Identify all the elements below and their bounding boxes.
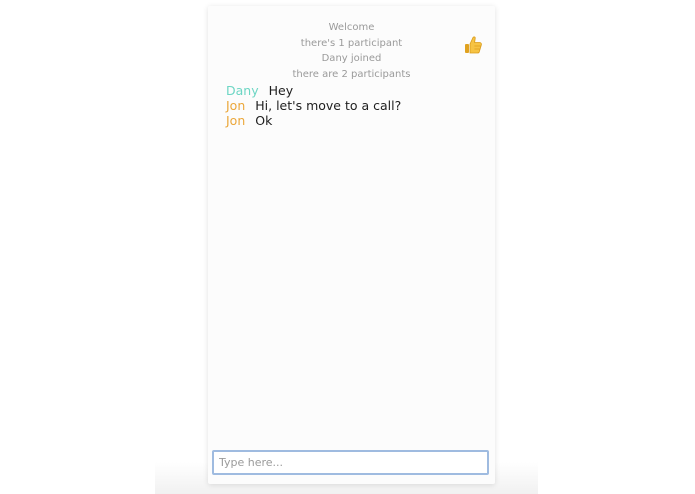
message-author: Jon [226,98,246,113]
message-input[interactable] [212,450,489,475]
message-author: Dany [226,83,259,98]
message-author: Jon [226,113,246,128]
message-text: Hey [268,83,294,98]
message-text: Ok [255,113,273,128]
system-messages: Welcome there's 1 participant Dany joine… [208,20,495,82]
message-row: Jon Ok [226,113,401,128]
thumbs-up-icon[interactable] [462,34,484,56]
message-row: Dany Hey [226,83,401,98]
system-message: there's 1 participant [300,37,403,49]
chat-panel: Welcome there's 1 participant Dany joine… [208,6,495,484]
system-message: Dany joined [321,53,382,64]
message-list: Dany Hey Jon Hi, let's move to a call? J… [226,83,401,128]
system-message: there are 2 participants [292,68,411,80]
system-message: Welcome [328,22,375,33]
message-text: Hi, let's move to a call? [255,98,402,113]
message-row: Jon Hi, let's move to a call? [226,98,401,113]
